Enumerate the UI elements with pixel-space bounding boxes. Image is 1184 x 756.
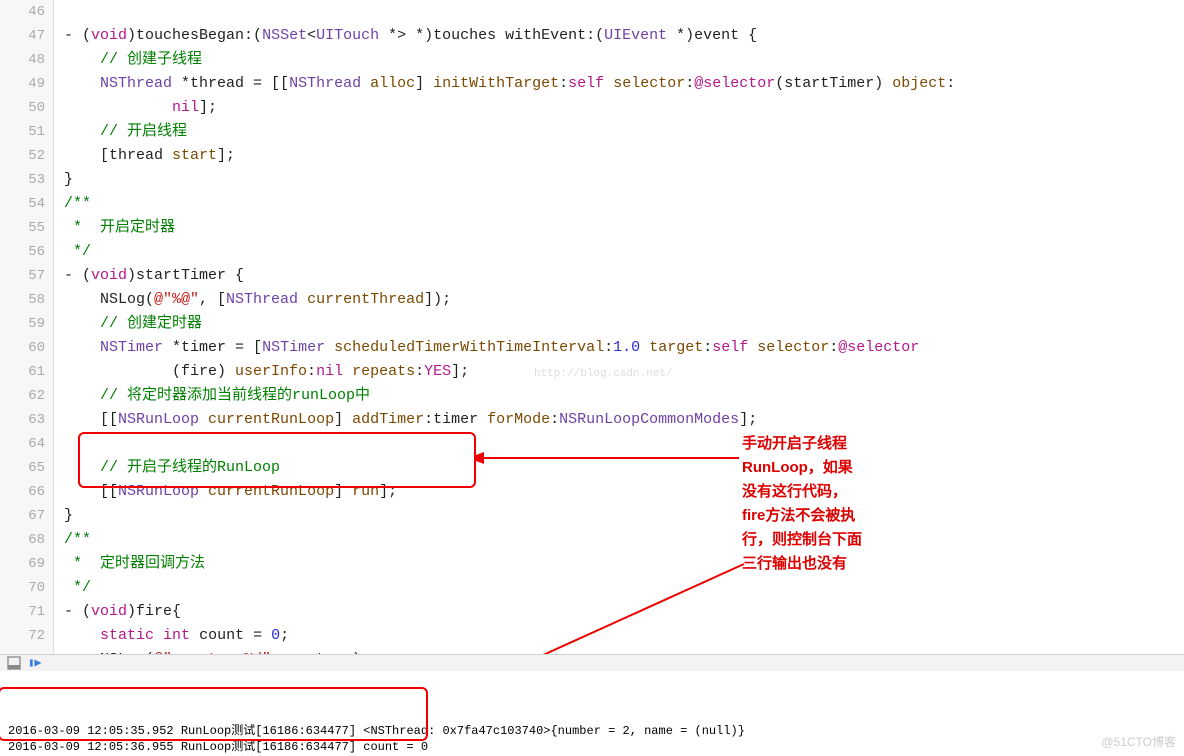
page-watermark: @51CTO博客 xyxy=(1101,733,1176,750)
line-number: 53 xyxy=(0,168,45,192)
code-line[interactable]: [[NSRunLoop currentRunLoop] run]; xyxy=(64,480,1184,504)
line-number: 64 xyxy=(0,432,45,456)
line-number: 68 xyxy=(0,528,45,552)
code-line[interactable]: /** xyxy=(64,192,1184,216)
code-line[interactable]: [[NSRunLoop currentRunLoop] addTimer:tim… xyxy=(64,408,1184,432)
annotation-line: 三行输出也没有 xyxy=(742,552,862,576)
annotation-line: 手动开启子线程 xyxy=(742,432,862,456)
code-content[interactable]: - (void)touchesBegan:(NSSet<UITouch *> *… xyxy=(54,0,1184,654)
line-number: 71 xyxy=(0,600,45,624)
code-line[interactable]: - (void)startTimer { xyxy=(64,264,1184,288)
line-number: 52 xyxy=(0,144,45,168)
annotation-text: 手动开启子线程RunLoop，如果没有这行代码，fire方法不会被执行，则控制台… xyxy=(742,432,862,576)
code-line[interactable]: static int count = 0; xyxy=(64,624,1184,648)
code-line[interactable]: // 开启线程 xyxy=(64,120,1184,144)
code-line[interactable]: - (void)touchesBegan:(NSSet<UITouch *> *… xyxy=(64,24,1184,48)
line-number: 59 xyxy=(0,312,45,336)
line-number: 56 xyxy=(0,240,45,264)
code-line[interactable]: } xyxy=(64,168,1184,192)
annotation-line: 没有这行代码， xyxy=(742,480,862,504)
code-line[interactable]: NSLog(@"%@", [NSThread currentThread]); xyxy=(64,288,1184,312)
annotation-line: fire方法不会被执 xyxy=(742,504,862,528)
line-number: 54 xyxy=(0,192,45,216)
code-line[interactable] xyxy=(64,0,1184,24)
line-number: 63 xyxy=(0,408,45,432)
faint-watermark: http://blog.csdn.net/ xyxy=(534,362,673,386)
line-number: 48 xyxy=(0,48,45,72)
line-number: 67 xyxy=(0,504,45,528)
continue-icon[interactable] xyxy=(30,655,46,671)
annotation-line: RunLoop，如果 xyxy=(742,456,862,480)
code-line[interactable]: * 定时器回调方法 xyxy=(64,552,1184,576)
line-number: 61 xyxy=(0,360,45,384)
code-line[interactable] xyxy=(64,432,1184,456)
line-number: 51 xyxy=(0,120,45,144)
console-output[interactable]: 2016-03-09 12:05:35.952 RunLoop测试[16186:… xyxy=(0,671,1184,756)
line-number: 47 xyxy=(0,24,45,48)
line-number: 49 xyxy=(0,72,45,96)
code-line[interactable]: nil]; xyxy=(64,96,1184,120)
line-number: 66 xyxy=(0,480,45,504)
code-line[interactable]: - (void)fire{ xyxy=(64,600,1184,624)
code-line[interactable]: */ xyxy=(64,576,1184,600)
code-line[interactable]: // 开启子线程的RunLoop xyxy=(64,456,1184,480)
code-line[interactable]: NSTimer *timer = [NSTimer scheduledTimer… xyxy=(64,336,1184,360)
code-line[interactable]: NSLog(@"count = %d",count ++); xyxy=(64,648,1184,654)
line-number: 46 xyxy=(0,0,45,24)
line-number-gutter: 4647484950515253545556575859606162636465… xyxy=(0,0,54,654)
line-number: 50 xyxy=(0,96,45,120)
line-number: 60 xyxy=(0,336,45,360)
console-line: 2016-03-09 12:05:36.955 RunLoop测试[16186:… xyxy=(8,739,1176,755)
code-line[interactable]: // 创建子线程 xyxy=(64,48,1184,72)
toggle-console-icon[interactable] xyxy=(6,655,22,671)
code-line[interactable]: */ xyxy=(64,240,1184,264)
line-number: 70 xyxy=(0,576,45,600)
code-editor[interactable]: 4647484950515253545556575859606162636465… xyxy=(0,0,1184,654)
code-line[interactable]: [thread start]; xyxy=(64,144,1184,168)
line-number: 55 xyxy=(0,216,45,240)
code-line[interactable]: // 将定时器添加当前线程的runLoop中 xyxy=(64,384,1184,408)
code-line[interactable]: // 创建定时器 xyxy=(64,312,1184,336)
code-line[interactable]: * 开启定时器 xyxy=(64,216,1184,240)
code-line[interactable]: } xyxy=(64,504,1184,528)
debug-toolbar xyxy=(0,654,1184,671)
code-line[interactable]: /** xyxy=(64,528,1184,552)
line-number: 58 xyxy=(0,288,45,312)
line-number: 72 xyxy=(0,624,45,648)
line-number: 69 xyxy=(0,552,45,576)
annotation-line: 行，则控制台下面 xyxy=(742,528,862,552)
line-number: 65 xyxy=(0,456,45,480)
line-number: 62 xyxy=(0,384,45,408)
console-line: 2016-03-09 12:05:35.952 RunLoop测试[16186:… xyxy=(8,723,1176,739)
code-line[interactable]: NSThread *thread = [[NSThread alloc] ini… xyxy=(64,72,1184,96)
line-number: 57 xyxy=(0,264,45,288)
